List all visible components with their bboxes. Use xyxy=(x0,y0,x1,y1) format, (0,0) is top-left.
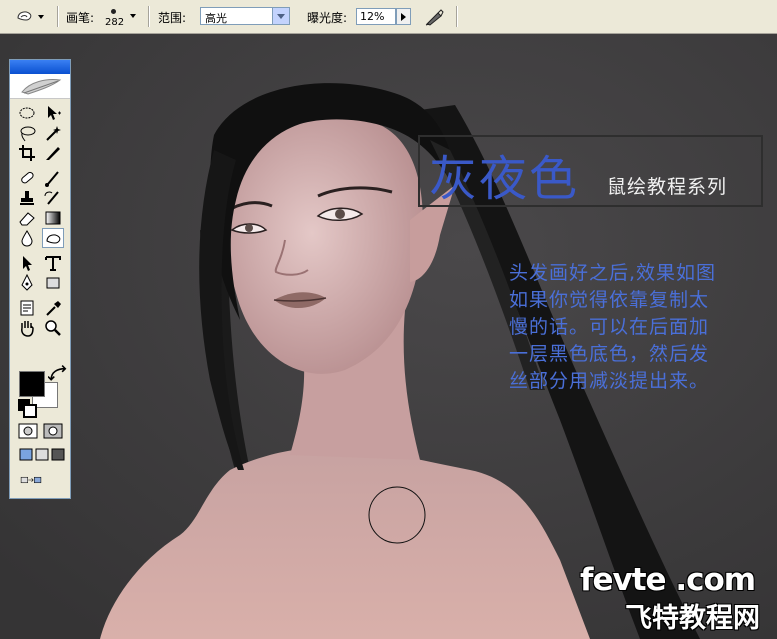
swap-colors-icon[interactable] xyxy=(47,365,67,381)
eyedropper-tool-icon[interactable] xyxy=(42,298,64,318)
path-select-icon[interactable] xyxy=(16,253,38,273)
separator xyxy=(148,6,150,27)
eraser-tool-icon[interactable] xyxy=(16,208,38,228)
airbrush-icon[interactable] xyxy=(424,7,446,27)
default-colors-icon[interactable] xyxy=(17,399,37,418)
healing-brush-icon[interactable] xyxy=(16,168,38,188)
tutorial-line: 一层黑色底色，然后发 xyxy=(509,343,710,365)
dodge-tool-icon[interactable] xyxy=(42,228,64,248)
page-title: 灰夜色 xyxy=(429,151,580,207)
range-label: 范围: xyxy=(158,11,187,25)
tutorial-line: 慢的话。可以在后面加 xyxy=(509,316,710,338)
range-dropdown-icon[interactable] xyxy=(272,8,289,24)
jump-to-imageready-icon[interactable] xyxy=(20,470,60,490)
tutorial-line: 丝部分用减淡提出来。 xyxy=(509,370,710,392)
tutorial-line: 头发画好之后,效果如图 xyxy=(509,262,717,284)
crop-tool-icon[interactable] xyxy=(16,143,38,163)
hand-tool-icon[interactable] xyxy=(16,318,38,338)
watermark-site: fevte .com xyxy=(580,562,756,598)
zoom-tool-icon[interactable] xyxy=(42,318,64,338)
tool-preset-picker[interactable] xyxy=(14,6,48,26)
exposure-value: 12% xyxy=(360,10,385,23)
range-select[interactable]: 高光 xyxy=(200,7,290,25)
exposure-label: 曝光度: xyxy=(307,11,348,25)
screen-mode-menu-icon[interactable] xyxy=(31,445,49,465)
lasso-tool-icon[interactable] xyxy=(16,123,38,143)
watermark-name: 飞特教程网 xyxy=(625,603,760,634)
marquee-tool-icon[interactable] xyxy=(16,103,38,123)
brush-dropdown-arrow-icon[interactable] xyxy=(130,14,136,18)
history-brush-icon[interactable] xyxy=(42,188,64,208)
brush-dot-icon xyxy=(111,9,116,14)
foreground-color-swatch[interactable] xyxy=(19,371,45,397)
document-canvas[interactable]: 灰夜色 鼠绘教程系列 头发画好之后,效果如图 如果你觉得依靠复制太 慢的话。可以… xyxy=(0,34,777,639)
brush-tool-icon[interactable] xyxy=(42,168,64,188)
type-tool-icon[interactable] xyxy=(42,253,64,273)
exposure-input[interactable]: 12% xyxy=(356,8,396,25)
gradient-tool-icon[interactable] xyxy=(42,208,64,228)
screen-mode-full-icon[interactable] xyxy=(47,445,65,465)
notes-tool-icon[interactable] xyxy=(16,298,38,318)
pen-tool-icon[interactable] xyxy=(16,273,38,293)
exposure-slider-button[interactable] xyxy=(396,8,411,25)
shape-tool-icon[interactable] xyxy=(42,273,64,293)
options-bar: 画笔: 282 范围: 高光 曝光度: 12% xyxy=(0,0,777,34)
standard-mode-icon[interactable] xyxy=(17,421,39,441)
range-value: 高光 xyxy=(205,12,227,25)
brush-label: 画笔: xyxy=(66,11,95,25)
brush-preview[interactable]: 282 xyxy=(102,5,128,29)
tutorial-line: 如果你觉得依靠复制太 xyxy=(509,289,710,311)
slice-tool-icon[interactable] xyxy=(42,143,64,163)
separator xyxy=(456,6,458,27)
tutorial-text: 头发画好之后,效果如图 如果你觉得依靠复制太 慢的话。可以在后面加 一层黑色底色… xyxy=(509,260,777,395)
magic-wand-icon[interactable] xyxy=(42,123,64,143)
quick-mask-icon[interactable] xyxy=(42,421,64,441)
separator xyxy=(57,6,59,27)
screen-mode-standard-icon[interactable] xyxy=(15,445,33,465)
toolbox-titlebar[interactable] xyxy=(10,60,70,74)
brush-size: 282 xyxy=(105,17,125,28)
blur-tool-icon[interactable] xyxy=(16,228,38,248)
move-tool-icon[interactable] xyxy=(42,103,64,123)
feather-logo-icon xyxy=(10,74,70,99)
toolbox-panel xyxy=(9,59,71,499)
page-subtitle: 鼠绘教程系列 xyxy=(607,176,728,198)
clone-stamp-icon[interactable] xyxy=(16,188,38,208)
